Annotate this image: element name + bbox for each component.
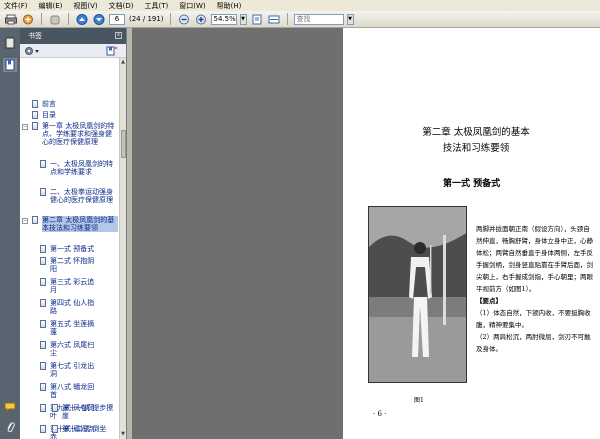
page-number-input[interactable]: 6 — [109, 13, 125, 25]
bookmark-icon — [40, 245, 46, 253]
bookmark-label: 第二章 太极凤凰剑的基本技法和习练要领 — [42, 216, 118, 232]
key-point-2: （2）两肩松沉，两肘微屈，剑刃不可触及身体。 — [476, 333, 591, 353]
page-count: (24 / 191) — [129, 15, 164, 23]
comment-icon[interactable] — [3, 400, 17, 414]
menu-help[interactable]: 帮助(H) — [217, 1, 242, 11]
panel-header: 书签 x — [20, 28, 126, 44]
body-text: 两脚并拢面朝正南（假设方向），头颈自然伸直，畅胸舒臂，身体立身中正，心静体松；两… — [476, 223, 596, 355]
bookmarks-icon[interactable] — [3, 58, 17, 72]
bookmark-icon — [40, 383, 46, 391]
menu-file[interactable]: 文件(F) — [4, 1, 28, 11]
attachment-icon[interactable] — [3, 420, 17, 434]
bookmark-label: 第八式 蟠龙回首 — [50, 383, 95, 399]
menu-tools[interactable]: 工具(T) — [145, 1, 169, 11]
fit-page-icon[interactable] — [250, 13, 264, 26]
new-bookmark-icon[interactable] — [106, 46, 118, 58]
bookmark-icon — [40, 257, 46, 265]
bookmark-label: 目录 — [42, 111, 56, 119]
bookmark-label: 第四式 仙人指路 — [50, 299, 95, 315]
bookmark-icon — [40, 160, 46, 168]
close-panel-button[interactable]: x — [115, 32, 122, 39]
bookmark-label: 第二式 怀抱阴阳 — [50, 257, 95, 273]
bookmark-label: 第十一式 提步撩崖 — [62, 404, 114, 420]
toolbar-separator — [68, 13, 69, 25]
bookmark-icon — [40, 362, 46, 370]
bookmark-icon — [32, 100, 38, 108]
menu-bar: 文件(F) 编辑(E) 视图(V) 文档(D) 工具(T) 窗口(W) 帮助(H… — [0, 0, 600, 11]
zoom-in-icon[interactable] — [194, 13, 208, 26]
bookmark-icon — [32, 216, 38, 224]
bookmark-label: 第一式 预备式 — [50, 245, 95, 253]
bookmark-label: 二、太极拳运动强身健心的医疗保健原理 — [50, 188, 113, 204]
figure-photo — [368, 206, 467, 383]
bookmark-icon — [32, 111, 38, 119]
toolbar-separator — [286, 13, 288, 25]
menu-edit[interactable]: 编辑(E) — [39, 1, 63, 11]
toolbar-separator — [169, 13, 171, 25]
bookmark-icon — [40, 299, 46, 307]
hand-tool-icon[interactable] — [48, 13, 62, 26]
bookmarks-panel: 书签 x 前言 目录 − 第一章 太极凤凰剑的特点、学练要求和强身健心的医疗保健… — [20, 28, 127, 439]
document-page: 第二章 太极凤凰剑的基本 技法和习练要领 第一式 预备式 图1 两脚并拢面朝正南… — [343, 28, 600, 439]
bookmark-tree: 前言 目录 − 第一章 太极凤凰剑的特点、学练要求和强身健心的医疗保健原理 一、… — [20, 58, 120, 439]
next-page-icon[interactable] — [92, 13, 106, 26]
menu-document[interactable]: 文档(D) — [109, 1, 134, 11]
bookmark-icon — [52, 404, 58, 412]
chapter-title-line1: 第二章 太极凤凰剑的基本 — [422, 127, 530, 138]
menu-window[interactable]: 窗口(W) — [179, 1, 205, 11]
bookmark-icon — [40, 320, 46, 328]
prev-page-icon[interactable] — [75, 13, 89, 26]
page-number: · 6 · — [373, 410, 387, 418]
scroll-down-icon[interactable]: ▼ — [120, 431, 126, 438]
options-icon[interactable] — [24, 46, 40, 58]
scrollbar-thumb[interactable] — [121, 130, 126, 158]
bookmark-icon — [40, 404, 46, 412]
bookmark-label: 第十二式 倒坐 — [62, 425, 107, 433]
bookmark-label: 第六式 凤尾扫尘 — [50, 341, 95, 357]
bookmark-label: 前言 — [42, 100, 56, 108]
panel-toolbar — [20, 44, 126, 58]
bookmark-icon — [40, 278, 46, 286]
key-points-label: 【要点】 — [476, 297, 502, 305]
bookmark-label: 一、太极凤凰剑的特点和学练要求 — [50, 160, 113, 176]
bookmark-icon — [40, 341, 46, 349]
toolbar: 6 (24 / 191) 54.5% ▼ 查找 ▼ — [0, 11, 600, 28]
section-title: 第一式 预备式 — [443, 179, 501, 189]
body-paragraph: 两脚并拢面朝正南（假设方向），头颈自然伸直，畅胸舒臂，身体立身中正，心静体松；两… — [476, 225, 593, 293]
bookmark-icon — [32, 122, 38, 130]
chapter-title-line2: 技法和习练要领 — [442, 143, 510, 154]
bookmark-label: 第三式 彩云追月 — [50, 278, 95, 294]
collapse-toggle[interactable]: − — [22, 124, 28, 130]
panel-title: 书签 — [28, 32, 42, 40]
zoom-level-input[interactable]: 54.5% — [210, 13, 237, 25]
document-viewer-background — [132, 28, 343, 439]
bookmarks-scrollbar[interactable]: ▲ ▼ — [119, 58, 126, 439]
menu-view[interactable]: 视图(V) — [73, 1, 97, 11]
scroll-up-icon[interactable]: ▲ — [120, 59, 126, 66]
collapse-toggle[interactable]: − — [22, 218, 28, 224]
search-dropdown-icon[interactable]: ▼ — [346, 13, 354, 25]
navigation-strip — [0, 28, 20, 439]
bookmark-icon — [40, 425, 46, 433]
search-input[interactable]: 查找 — [293, 13, 344, 25]
bookmark-label: 第一章 太极凤凰剑的特点、学练要求和强身健心的医疗保健原理 — [42, 122, 115, 146]
bookmark-label: 第五式 坐莲摘蓬 — [50, 320, 95, 336]
print-icon[interactable] — [4, 13, 18, 26]
toolbar-separator — [41, 13, 42, 25]
bookmark-icon — [52, 425, 58, 433]
bookmark-icon — [40, 188, 46, 196]
zoom-out-icon[interactable] — [177, 13, 191, 26]
pages-icon[interactable] — [3, 36, 17, 50]
zoom-dropdown-icon[interactable]: ▼ — [239, 13, 247, 25]
email-icon[interactable] — [21, 13, 35, 26]
bookmark-label: 第七式 引龙出洞 — [50, 362, 95, 378]
figure-caption: 图1 — [414, 397, 424, 404]
key-point-1: （1）体态自然，下颌内收，不要挺胸收腹，精神要集中。 — [476, 309, 591, 329]
fit-width-icon[interactable] — [267, 13, 281, 26]
